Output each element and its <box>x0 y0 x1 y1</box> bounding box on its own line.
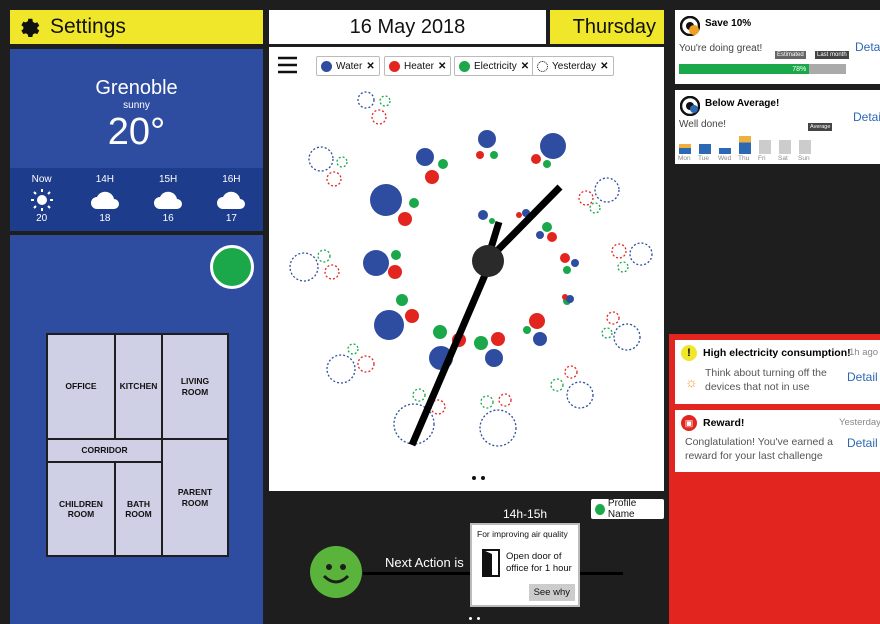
consumption-clock <box>289 91 653 480</box>
goal-detail-link[interactable]: Detai <box>855 40 880 54</box>
day-label: Sun <box>798 155 810 162</box>
room-bath[interactable]: BATH ROOM <box>116 463 161 555</box>
goal-card[interactable]: Save 10% You're doing great! Estimated L… <box>675 10 880 84</box>
average-label: Average <box>808 123 833 131</box>
action-time: 14h-15h <box>503 507 548 521</box>
forecast-item: 15H 16 <box>137 168 200 231</box>
reward-card[interactable]: ▣ Reward! Yesterday Conglatulation! You'… <box>675 410 880 472</box>
day-label: Sat <box>778 155 788 162</box>
forecast-item: 16H 17 <box>200 168 263 231</box>
room-kitchen[interactable]: KITCHEN <box>116 335 161 438</box>
room-parent[interactable]: PARENT ROOM <box>163 440 227 555</box>
see-why-button[interactable]: See why <box>528 584 575 601</box>
settings-button[interactable]: Settings <box>10 10 263 44</box>
room-corridor[interactable]: CORRIDOR <box>48 440 161 461</box>
lightbulb-icon: ☼ <box>685 374 698 390</box>
cloud-icon <box>217 191 246 209</box>
weather-condition: sunny <box>123 100 150 111</box>
action-instruction: Open door of office for 1 hour <box>506 551 572 575</box>
target-icon <box>680 16 700 36</box>
current-day: Thursday <box>550 10 664 44</box>
goal-progress-bar: 78% <box>679 64 846 74</box>
profile-status-icon <box>595 503 605 515</box>
clock-center <box>472 245 504 277</box>
weather-temperature: 20° <box>107 111 166 153</box>
weekly-bars <box>679 134 829 154</box>
day-label: Wed <box>718 155 732 162</box>
floor-plan: OFFICE KITCHEN LIVING ROOM CORRIDOR CHIL… <box>46 333 229 557</box>
average-card[interactable]: Below Average! Well done! Average Detail… <box>675 90 880 164</box>
goal-title: Save 10% <box>705 18 752 29</box>
consumption-clock-panel: Water ✕ Heater ✕ Electricity ✕ Yesterday ✕ <box>269 47 664 491</box>
next-action-label: Next Action is <box>381 555 468 570</box>
forecast-time: 15H <box>158 174 178 185</box>
achievements-column: Save 10% You're doing great! Estimated L… <box>669 10 880 330</box>
reward-title: Reward! <box>703 417 745 429</box>
reward-detail-link[interactable]: Detail <box>847 436 878 450</box>
alert-title: High electricity consumption! <box>703 347 851 359</box>
today-bubbles <box>363 130 579 370</box>
alert-card[interactable]: ! High electricity consumption! 1h ago ☼… <box>675 340 880 404</box>
forecast-temp: 16 <box>162 213 174 224</box>
home-panel: OFFICE KITCHEN LIVING ROOM CORRIDOR CHIL… <box>10 235 263 624</box>
weather-forecast: Now 20 14H 18 15H 16 16H 17 <box>10 168 263 231</box>
weather-panel: Grenoble sunny 20° Now 20 14H 18 15H 16 … <box>10 49 263 231</box>
settings-label: Settings <box>50 15 126 38</box>
profile-badge[interactable]: Profile Name <box>591 498 664 520</box>
gift-icon: ▣ <box>681 415 697 431</box>
forecast-temp: 18 <box>99 213 111 224</box>
next-action-panel: 14h-15h Profile Name Next Action is For … <box>269 495 664 624</box>
estimated-label: Estimated <box>775 51 806 59</box>
day-label: Thu <box>738 155 750 162</box>
last-month-label: Last month <box>815 51 849 59</box>
room-office[interactable]: OFFICE <box>48 335 114 438</box>
forecast-time: 14H <box>95 174 115 185</box>
warning-icon: ! <box>681 345 697 361</box>
room-living[interactable]: LIVING ROOM <box>163 335 227 438</box>
goal-progress-fill: 78% <box>679 64 810 74</box>
day-label: Fri <box>758 155 766 162</box>
forecast-time: Now <box>31 174 52 185</box>
yesterday-bubbles <box>289 91 653 447</box>
profile-name: Profile Name <box>607 498 637 520</box>
forecast-temp: 17 <box>225 213 237 224</box>
reward-message: Conglatulation! You've earned a reward f… <box>685 436 833 462</box>
average-message: Well done! <box>679 119 727 130</box>
average-detail-link[interactable]: Detail <box>853 110 880 124</box>
gear-icon <box>21 18 40 38</box>
target-icon <box>680 96 700 116</box>
room-children[interactable]: CHILDREN ROOM <box>48 463 114 555</box>
day-label: Mon <box>678 155 691 162</box>
cloud-icon <box>90 191 119 209</box>
forecast-item: 14H 18 <box>73 168 136 231</box>
cloud-icon <box>154 191 183 209</box>
weather-city: Grenoble <box>95 77 178 99</box>
action-purpose: For improving air quality <box>477 529 568 539</box>
goal-message: You're doing great! <box>679 43 763 54</box>
day-label: Tue <box>698 155 709 162</box>
alert-time: 1h ago <box>849 347 879 358</box>
forecast-time: 16H <box>222 174 241 185</box>
average-title: Below Average! <box>705 98 780 109</box>
alert-detail-link[interactable]: Detail <box>847 370 878 384</box>
door-icon <box>482 549 500 577</box>
alerts-column: ! High electricity consumption! 1h ago ☼… <box>669 334 880 624</box>
home-status-indicator[interactable] <box>210 245 254 289</box>
action-card[interactable]: For improving air quality Open door of o… <box>470 523 580 607</box>
smiley-face-icon <box>310 546 362 598</box>
alert-message: Think about turning off the devices that… <box>705 367 827 393</box>
current-date: 16 May 2018 <box>269 10 546 44</box>
weekday-labels: Mon Tue Wed Thu Fri Sat Sun <box>678 155 838 162</box>
sun-icon <box>30 189 53 211</box>
reward-time: Yesterday <box>839 417 880 428</box>
forecast-temp: 20 <box>36 213 48 224</box>
forecast-item: Now 20 <box>10 168 73 231</box>
